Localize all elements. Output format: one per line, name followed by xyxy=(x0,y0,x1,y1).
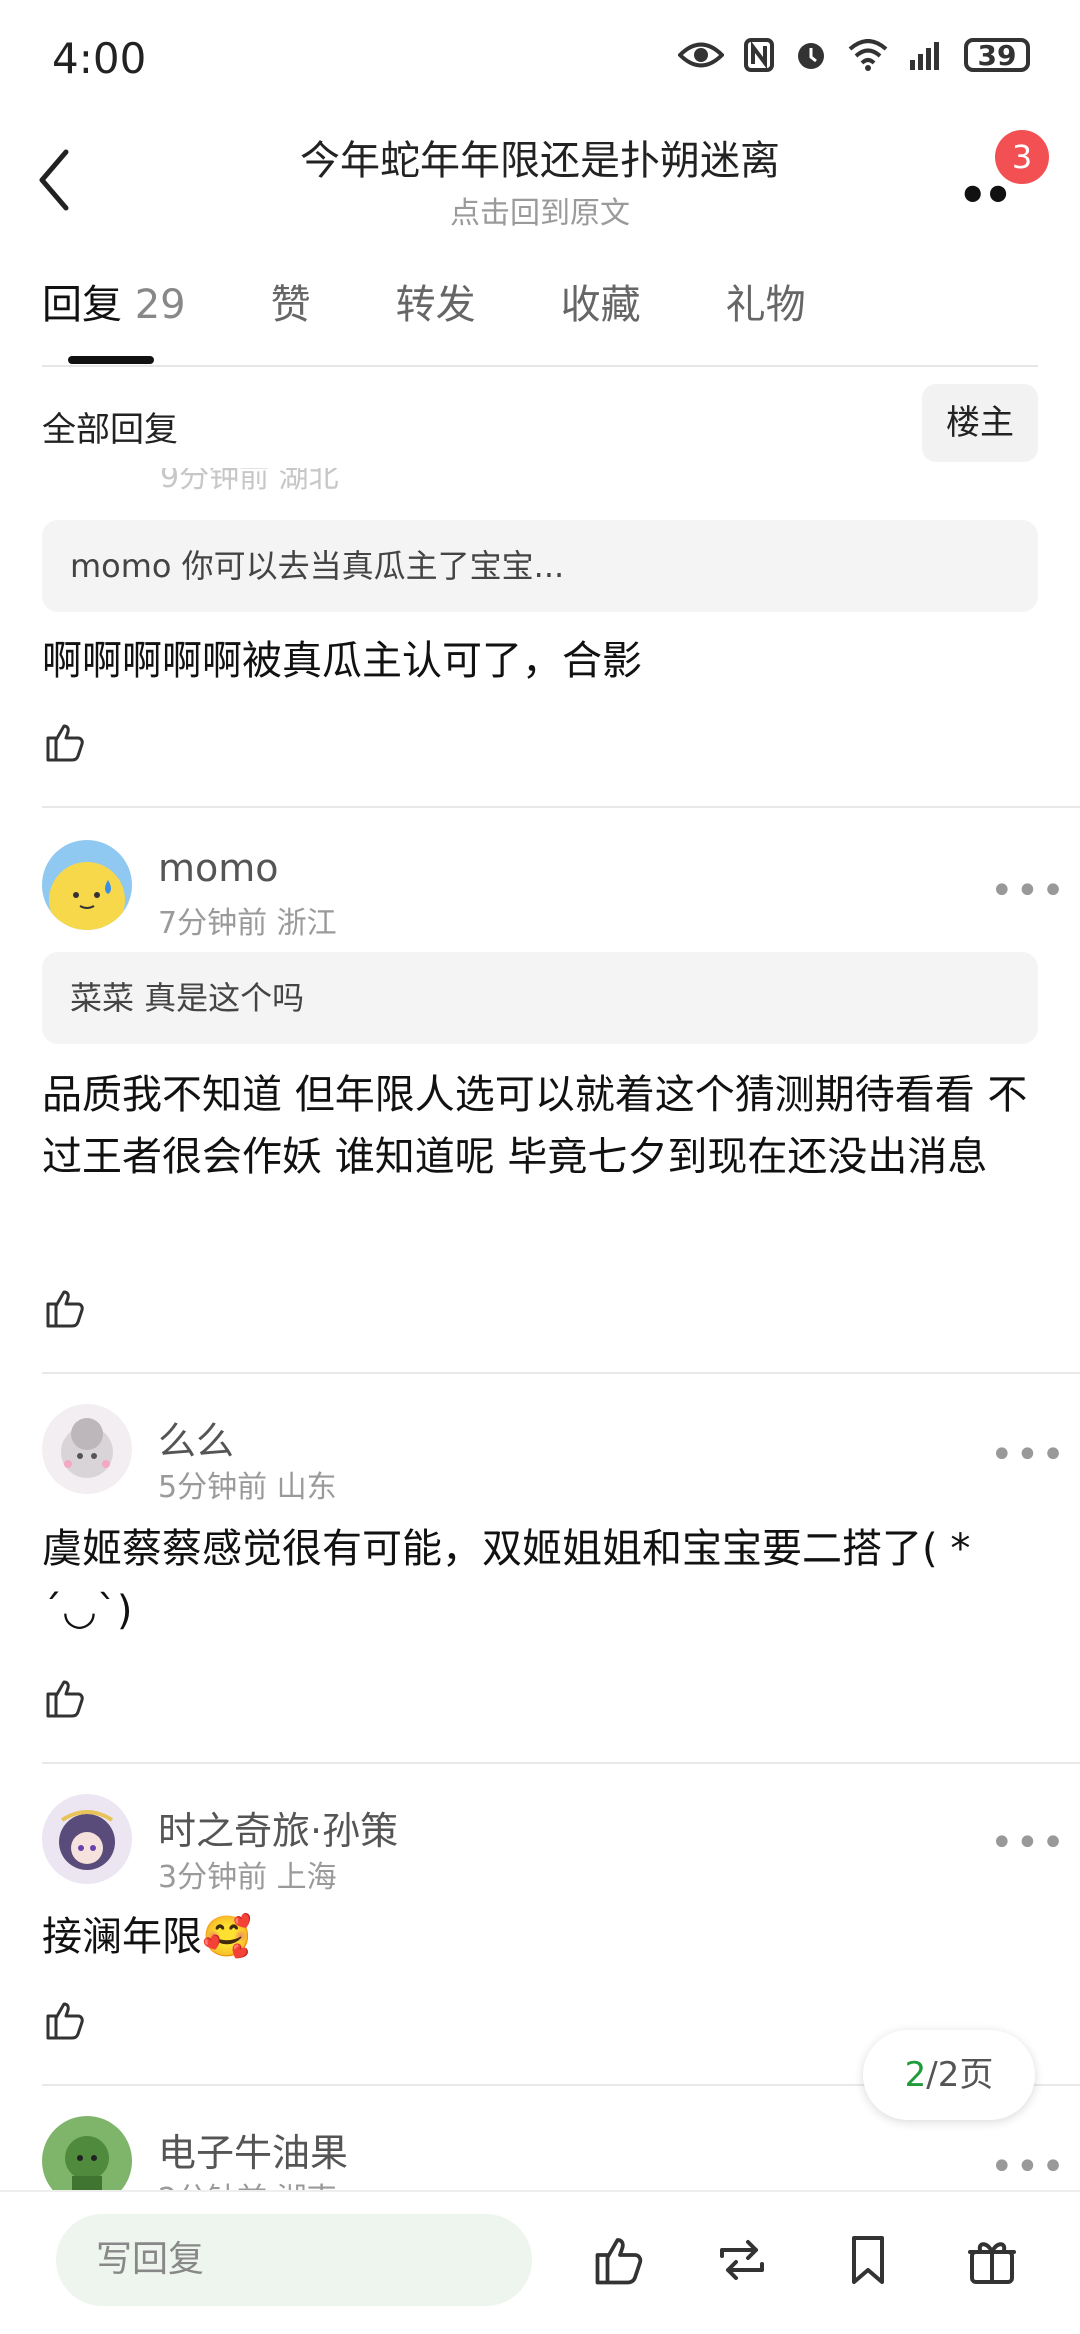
eye-icon xyxy=(678,42,724,68)
like-icon[interactable] xyxy=(42,718,90,766)
avatar-image xyxy=(59,1810,115,1870)
avatar[interactable] xyxy=(42,1794,132,1884)
comment-more-icon[interactable]: ••• xyxy=(990,1432,1067,1478)
tab-gifts[interactable]: 礼物 xyxy=(726,272,806,330)
comment-username[interactable]: 时之奇旅·孙策 xyxy=(158,1800,398,1855)
bookmark-icon[interactable] xyxy=(838,2230,898,2290)
tab-replies-label: 回复 xyxy=(42,282,122,328)
tab-replies-count: 29 xyxy=(134,282,186,328)
comment-username[interactable]: 么么 xyxy=(158,1410,234,1465)
comment-text: 虞姬蔡蔡感觉很有可能，双姬姐姐和宝宝要二搭了( *´◡`) xyxy=(42,1526,971,1634)
alarm-icon xyxy=(798,43,824,69)
avatar[interactable] xyxy=(42,1404,132,1494)
avatar-image xyxy=(61,1418,113,1478)
comment-divider xyxy=(42,1372,1080,1374)
reply-input[interactable]: 写回复 xyxy=(56,2214,532,2306)
repost-icon[interactable] xyxy=(712,2230,772,2290)
status-bar: 4:00 39 xyxy=(0,0,1080,120)
status-time: 4:00 xyxy=(52,34,147,83)
tab-reposts[interactable]: 转发 xyxy=(396,272,476,330)
avatar-image xyxy=(49,862,125,930)
tab-replies[interactable]: 回复 29 xyxy=(42,272,186,330)
like-icon[interactable] xyxy=(42,1674,90,1722)
comment-username[interactable]: momo xyxy=(158,846,279,890)
comment-text: 品质我不知道 但年限人选可以就着这个猜测期待看看 不过王者很会作妖 谁知道呢 毕… xyxy=(42,1072,1028,1180)
comment-divider xyxy=(42,1762,1080,1764)
page-indicator[interactable]: 2/2页 xyxy=(863,2030,1035,2120)
tabs-divider xyxy=(42,365,1038,367)
comment-text: 啊啊啊啊啊被真瓜主认可了，合影 xyxy=(42,638,642,684)
like-icon[interactable] xyxy=(42,1996,90,2044)
comment-meta: 7分钟前 浙江 xyxy=(158,906,337,941)
current-page: 2 xyxy=(904,2055,927,2095)
op-only-button[interactable]: 楼主 xyxy=(922,384,1038,462)
total-pages: /2页 xyxy=(926,2055,994,2095)
avatar[interactable] xyxy=(42,840,132,930)
back-arrow-icon[interactable] xyxy=(30,140,90,220)
tab-bar: 回复 29 赞 转发 收藏 礼物 xyxy=(42,272,891,330)
tab-likes[interactable]: 赞 xyxy=(271,272,311,330)
like-icon[interactable] xyxy=(42,1284,90,1332)
post-title[interactable]: 今年蛇年年限还是扑朔迷离 xyxy=(180,128,900,186)
comment-more-icon[interactable]: ••• xyxy=(990,2144,1067,2190)
like-icon[interactable] xyxy=(590,2230,650,2290)
status-icons: 39 xyxy=(678,38,1030,72)
comment-meta: 3分钟前 上海 xyxy=(158,1860,337,1895)
battery-indicator: 39 xyxy=(964,38,1030,72)
more-options-icon[interactable]: •• xyxy=(958,168,1013,222)
notification-badge: 3 xyxy=(995,130,1049,184)
comment-divider xyxy=(42,806,1080,808)
comment-more-icon[interactable]: ••• xyxy=(990,868,1067,914)
nfc-icon xyxy=(744,38,774,72)
wifi-icon xyxy=(848,39,888,71)
comment-text: 接澜年限🥰 xyxy=(42,1914,252,1960)
active-tab-indicator xyxy=(68,356,154,364)
comment-username[interactable]: 电子牛油果 xyxy=(158,2122,348,2177)
signal-icon xyxy=(910,42,939,70)
comment-more-icon[interactable]: ••• xyxy=(990,1820,1067,1866)
quoted-reply[interactable]: 菜菜 真是这个吗 xyxy=(42,952,1038,1044)
all-replies-label: 全部回复 xyxy=(42,410,178,450)
gift-icon[interactable] xyxy=(962,2230,1022,2290)
comment-meta: 5分钟前 山东 xyxy=(158,1470,337,1505)
tab-favorites[interactable]: 收藏 xyxy=(561,272,641,330)
back-to-original-link[interactable]: 点击回到原文 xyxy=(180,188,900,232)
quoted-reply[interactable]: momo 你可以去当真瓜主了宝宝... xyxy=(42,520,1038,612)
